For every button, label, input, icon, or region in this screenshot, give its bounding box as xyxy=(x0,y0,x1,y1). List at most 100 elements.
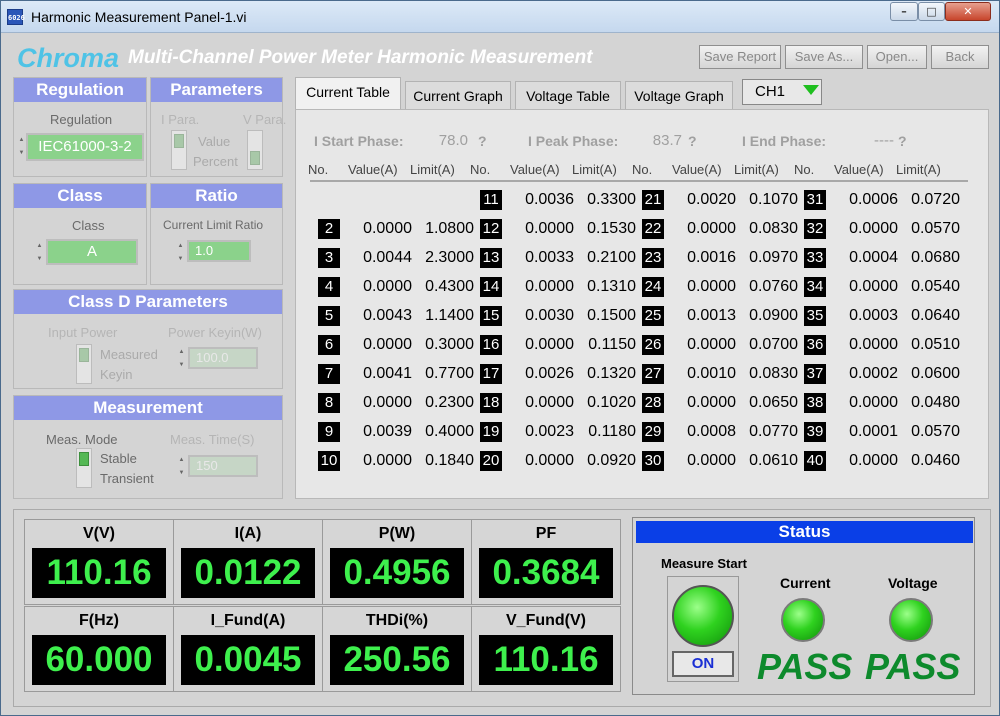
harmonic-value-cell: 0.0033 xyxy=(525,249,574,266)
harmonic-value-cell: 0.0023 xyxy=(525,423,574,440)
harmonic-value-cell: 0.0002 xyxy=(849,365,898,382)
meter-label: I(A) xyxy=(234,525,262,542)
power-keyin-input[interactable]: 100.0 xyxy=(188,347,258,369)
table-header-limit: Limit(A) xyxy=(734,162,779,177)
parameter-toggle[interactable] xyxy=(171,130,187,170)
save-report-button[interactable]: Save Report xyxy=(699,45,781,69)
parameters-panel: Parameters I Para. V Para. Value Percent xyxy=(150,77,287,177)
harmonic-value-cell: 0.0020 xyxy=(687,191,736,208)
harmonic-value-cell: 0.0044 xyxy=(363,249,412,266)
voltage-pass-result: PASS xyxy=(865,646,961,687)
tab-current-table[interactable]: Current Table xyxy=(295,77,401,109)
meas-mode-toggle[interactable] xyxy=(76,448,92,488)
transient-option-label: Transient xyxy=(100,471,154,486)
meter-readout: P(W) 0.4956 xyxy=(322,519,472,605)
harmonic-limit-cell: 0.0510 xyxy=(911,336,960,353)
harmonic-limit-cell: 0.1180 xyxy=(588,423,636,440)
harmonic-limit-cell: 2.3000 xyxy=(425,249,474,266)
meter-value: 110.16 xyxy=(32,548,166,598)
regulation-spinner[interactable]: ▲ ▼ xyxy=(18,134,25,160)
class-d-panel: Class D Parameters Input Power Power Key… xyxy=(13,289,283,389)
v-para-label: V Para. xyxy=(243,112,287,127)
i-peak-phase-value: 83.7 xyxy=(652,132,682,149)
harmonic-value-cell: 0.0039 xyxy=(363,423,412,440)
harmonic-number-badge: 21 xyxy=(642,190,664,210)
regulation-select[interactable]: IEC61000-3-2 xyxy=(26,133,144,161)
tab-voltage-table[interactable]: Voltage Table xyxy=(515,81,621,109)
measure-start-button[interactable]: ON xyxy=(667,576,739,682)
help-icon[interactable]: ? xyxy=(478,133,487,149)
harmonic-value-cell: 0.0041 xyxy=(363,365,412,382)
meter-label: PF xyxy=(535,525,557,542)
minimize-button[interactable]: – xyxy=(890,2,918,21)
harmonic-number-badge: 14 xyxy=(480,277,502,297)
harmonic-limit-cell: 0.1150 xyxy=(588,336,636,353)
current-status-led-icon xyxy=(781,598,825,642)
current-limit-ratio-input[interactable]: 1.0 xyxy=(187,240,251,262)
meas-time-spinner[interactable]: ▲ ▼ xyxy=(178,454,185,480)
harmonic-limit-cell: 0.0830 xyxy=(749,220,798,237)
help-icon[interactable]: ? xyxy=(898,133,907,149)
harmonic-value-cell: 0.0000 xyxy=(363,220,412,237)
title-bar[interactable]: 6026 Harmonic Measurement Panel-1.vi – □… xyxy=(1,1,999,33)
class-spinner[interactable]: ▲ ▼ xyxy=(36,240,43,266)
harmonic-limit-cell: 1.0800 xyxy=(425,220,474,237)
harmonic-value-cell: 0.0006 xyxy=(849,191,898,208)
harmonic-number-badge: 40 xyxy=(804,451,826,471)
table-header-limit: Limit(A) xyxy=(896,162,941,177)
harmonic-limit-cell: 0.0770 xyxy=(749,423,798,440)
meter-label: P(W) xyxy=(378,525,416,542)
tab-current-graph[interactable]: Current Graph xyxy=(405,81,511,109)
harmonic-value-cell: 0.0000 xyxy=(849,278,898,295)
meter-readout: THDi(%) 250.56 xyxy=(322,606,472,692)
harmonic-value-cell: 0.0000 xyxy=(687,220,736,237)
i-end-phase-value: ---- xyxy=(874,132,894,149)
window-title: Harmonic Measurement Panel-1.vi xyxy=(31,9,247,25)
meter-label: I_Fund(A) xyxy=(210,612,286,629)
regulation-title: Regulation xyxy=(14,78,146,102)
harmonic-value-cell: 0.0016 xyxy=(687,249,736,266)
status-title: Status xyxy=(636,521,973,543)
chevron-down-icon xyxy=(803,85,819,95)
open-button[interactable]: Open... xyxy=(867,45,927,69)
power-keyin-spinner[interactable]: ▲ ▼ xyxy=(178,346,185,372)
harmonic-limit-cell: 0.0650 xyxy=(749,394,798,411)
channel-value: CH1 xyxy=(755,83,786,100)
harmonic-value-cell: 0.0000 xyxy=(363,452,412,469)
harmonic-number-badge: 3 xyxy=(318,248,340,268)
meas-time-label: Meas. Time(S) xyxy=(170,432,255,447)
meter-value: 0.4956 xyxy=(330,548,464,598)
toggle-knob xyxy=(174,134,184,148)
table-header-no: No. xyxy=(308,162,329,177)
channel-select[interactable]: CH1 xyxy=(742,79,822,105)
table-header-value: Value(A) xyxy=(348,162,398,177)
current-table-panel: I Start Phase: 78.0 ? I Peak Phase: 83.7… xyxy=(295,109,989,499)
harmonic-number-badge: 33 xyxy=(804,248,826,268)
class-select[interactable]: A xyxy=(46,239,138,265)
harmonic-number-badge: 11 xyxy=(480,190,502,210)
save-as-button[interactable]: Save As... xyxy=(785,45,863,69)
harmonic-limit-cell: 0.0900 xyxy=(749,307,798,324)
harmonic-limit-cell: 0.1070 xyxy=(749,191,798,208)
measurement-panel: Measurement Meas. Mode Meas. Time(S) Sta… xyxy=(13,395,283,499)
harmonic-limit-cell: 0.2100 xyxy=(587,249,636,266)
table-header-limit: Limit(A) xyxy=(410,162,455,177)
back-button[interactable]: Back xyxy=(931,45,989,69)
meter-value: 60.000 xyxy=(32,635,166,685)
meter-readout: I(A) 0.0122 xyxy=(173,519,323,605)
meter-value: 0.0045 xyxy=(181,635,315,685)
tab-voltage-graph[interactable]: Voltage Graph xyxy=(625,81,733,109)
help-icon[interactable]: ? xyxy=(688,133,697,149)
harmonic-limit-cell: 0.3000 xyxy=(425,336,474,353)
meas-time-input[interactable]: 150 xyxy=(188,455,258,477)
class-label: Class xyxy=(72,218,105,233)
ratio-spinner[interactable]: ▲ ▼ xyxy=(177,240,184,266)
chroma-logo: Chroma xyxy=(17,43,120,73)
harmonic-number-badge: 38 xyxy=(804,393,826,413)
toggle-knob xyxy=(79,348,89,362)
harmonic-number-badge: 28 xyxy=(642,393,664,413)
v-parameter-toggle[interactable] xyxy=(247,130,263,170)
input-power-toggle[interactable] xyxy=(76,344,92,384)
close-button[interactable]: ✕ xyxy=(945,2,991,21)
maximize-button[interactable]: □ xyxy=(918,2,945,21)
